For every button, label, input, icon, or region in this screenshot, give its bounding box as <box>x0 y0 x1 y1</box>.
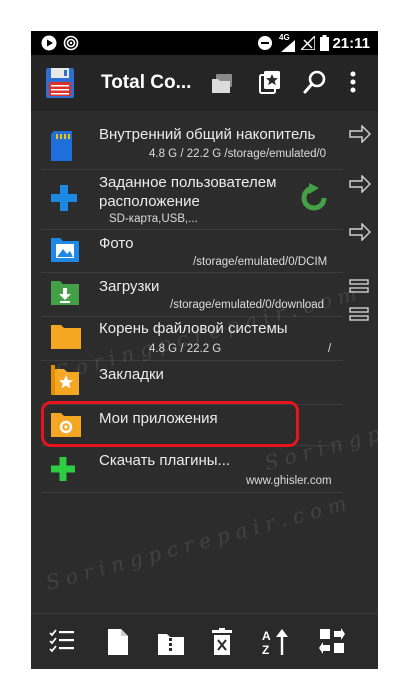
item-title: Загрузки <box>99 278 160 295</box>
folders-icon[interactable] <box>211 72 233 94</box>
app-toolbar: Total Co... <box>31 55 378 111</box>
root-folder-icon <box>51 325 81 349</box>
item-subtitle: SD-карта,USB,... <box>109 213 198 225</box>
bottom-toolbar: A Z <box>31 613 378 669</box>
photo-folder-icon <box>51 238 79 262</box>
status-bar: 4G 21:11 <box>31 31 378 55</box>
delete-icon[interactable] <box>211 628 233 656</box>
search-icon[interactable] <box>303 70 327 94</box>
list-item-custom-location[interactable]: Заданное пользователем расположение SD-к… <box>31 173 343 227</box>
overflow-menu-icon[interactable] <box>349 71 357 95</box>
select-list-icon[interactable] <box>49 628 75 654</box>
divider <box>41 492 343 493</box>
battery-icon <box>320 35 329 51</box>
item-subtitle: /storage/emulated/0/DCIM <box>193 256 328 268</box>
downloads-folder-icon <box>51 281 79 305</box>
arrow-right-icon[interactable] <box>349 175 371 193</box>
add-plugin-icon <box>51 457 75 481</box>
arrow-right-icon[interactable] <box>349 125 371 143</box>
new-file-icon[interactable] <box>107 628 129 656</box>
divider <box>41 272 343 273</box>
no-sim-icon <box>301 36 315 50</box>
divider <box>41 229 343 230</box>
floppy-disk-icon[interactable] <box>45 67 75 99</box>
svg-text:A: A <box>262 629 271 643</box>
clock: 21:11 <box>332 35 370 52</box>
do-not-disturb-icon <box>258 36 272 50</box>
item-title-line2: расположение <box>99 193 200 210</box>
signal-icon <box>281 40 295 52</box>
item-title: Заданное пользователем <box>99 174 277 191</box>
archive-icon[interactable] <box>157 628 185 656</box>
item-title: Внутренний общий накопитель <box>99 126 316 143</box>
item-title: Фото <box>99 235 134 252</box>
drag-handle-icon[interactable] <box>349 307 369 321</box>
arrow-right-icon[interactable] <box>349 223 371 241</box>
hotspot-icon <box>63 35 79 51</box>
sort-icon[interactable]: A Z <box>261 628 289 656</box>
item-subtitle: 4.8 G / 22.2 G /storage/emulated/0 <box>149 148 327 160</box>
item-subtitle-path: / <box>328 343 332 355</box>
watermark: S o r i n g p c r e p a i r . c o m <box>43 491 349 595</box>
play-icon <box>41 35 57 51</box>
list-item-internal-storage[interactable]: Внутренний общий накопитель 4.8 G / 22.2… <box>31 123 343 167</box>
plus-icon <box>51 185 77 211</box>
list-item-photos[interactable]: Фото /storage/emulated/0/DCIM <box>31 232 343 272</box>
swap-panels-icon[interactable] <box>319 628 345 654</box>
item-subtitle: www.ghisler.com <box>246 475 332 487</box>
refresh-icon[interactable] <box>299 183 329 213</box>
item-title: Скачать плагины... <box>99 452 231 469</box>
divider <box>41 169 343 170</box>
sd-card-icon <box>51 131 72 161</box>
phone-screen: 4G 21:11 Total Co... Внутренний общий на… <box>31 31 378 669</box>
bookmarks-icon[interactable] <box>259 70 281 94</box>
highlight-frame <box>41 401 299 447</box>
app-title: Total Co... <box>101 72 192 93</box>
svg-text:Z: Z <box>262 643 269 656</box>
